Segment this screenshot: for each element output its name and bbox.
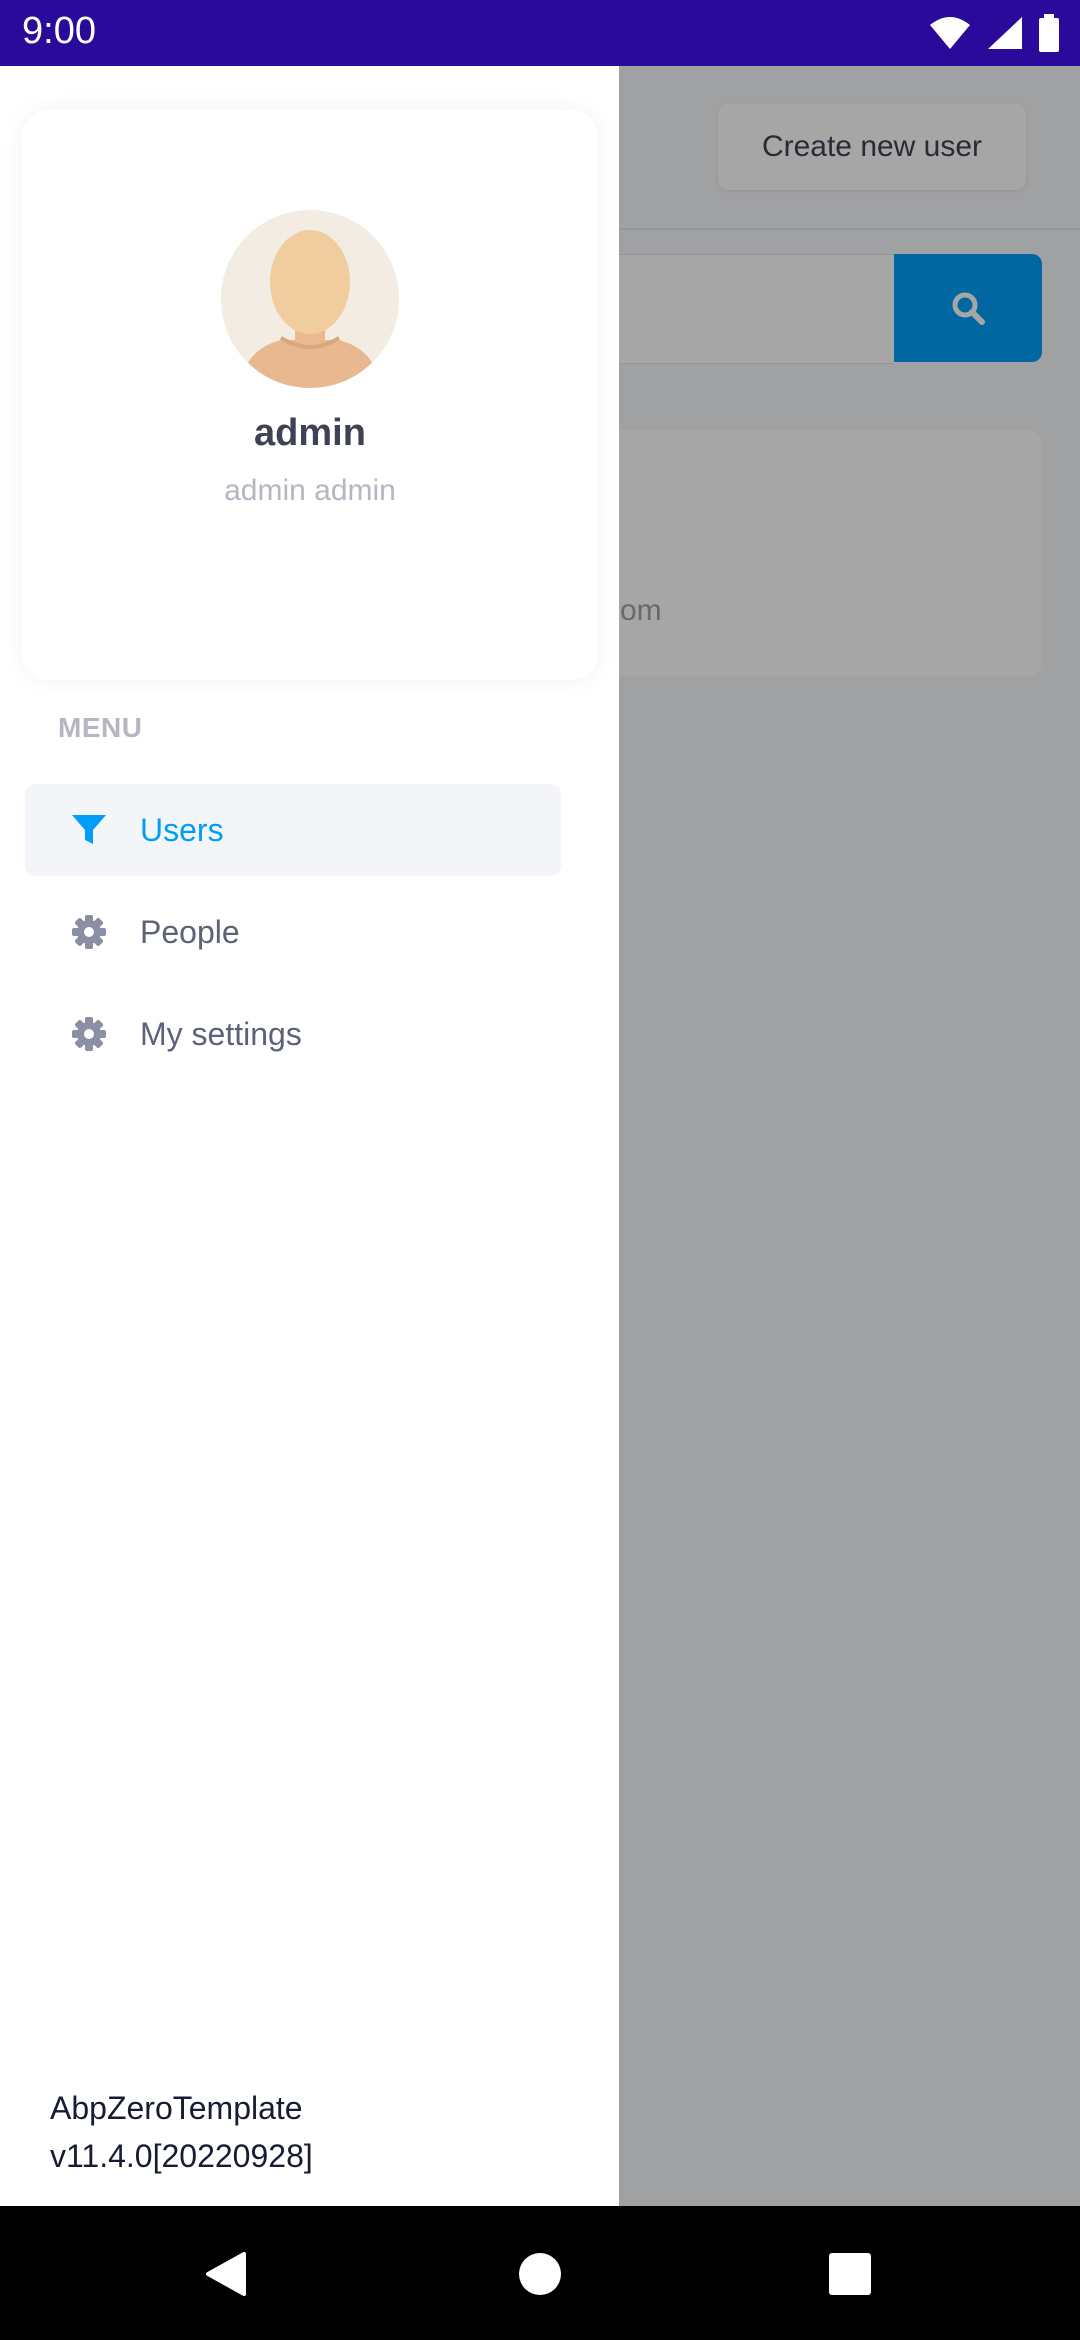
- system-navigation-bar: [0, 2206, 1080, 2340]
- wifi-icon: [930, 17, 970, 49]
- profile-username: admin: [254, 412, 366, 454]
- app-version: v11.4.0[20220928]: [50, 2138, 313, 2174]
- home-icon: [519, 2253, 561, 2295]
- user-avatar-icon: [221, 210, 399, 388]
- gear-icon: [72, 915, 106, 949]
- recents-icon: [829, 2253, 871, 2295]
- home-button[interactable]: [508, 2242, 572, 2306]
- status-time: 9:00: [22, 10, 96, 52]
- app-version-info: AbpZeroTemplate v11.4.0[20220928]: [50, 2084, 313, 2180]
- profile-full-name: admin admin: [224, 474, 396, 507]
- filter-icon: [72, 815, 106, 844]
- battery-icon: [1039, 14, 1059, 52]
- recents-button[interactable]: [818, 2242, 882, 2306]
- profile-card: admin admin admin: [22, 110, 598, 680]
- sidebar-item-label: My settings: [140, 1016, 302, 1052]
- back-icon: [206, 2252, 246, 2296]
- sidebar-item-label: Users: [140, 812, 224, 848]
- app-name: AbpZeroTemplate: [50, 2090, 303, 2126]
- menu-section-header: MENU: [58, 712, 143, 743]
- sidebar-item-my-settings[interactable]: My settings: [25, 988, 561, 1080]
- navigation-drawer: admin admin admin MENU Users People My s…: [0, 66, 619, 2206]
- status-bar: 9:00: [0, 0, 1080, 66]
- gear-icon: [72, 1017, 106, 1051]
- sidebar-item-people[interactable]: People: [25, 886, 561, 978]
- sidebar-item-label: People: [140, 914, 240, 950]
- sidebar-item-users[interactable]: Users: [25, 784, 561, 876]
- avatar: [221, 210, 399, 388]
- cellular-signal-icon: [988, 17, 1022, 49]
- status-icons: [928, 14, 1060, 52]
- back-button[interactable]: [194, 2242, 258, 2306]
